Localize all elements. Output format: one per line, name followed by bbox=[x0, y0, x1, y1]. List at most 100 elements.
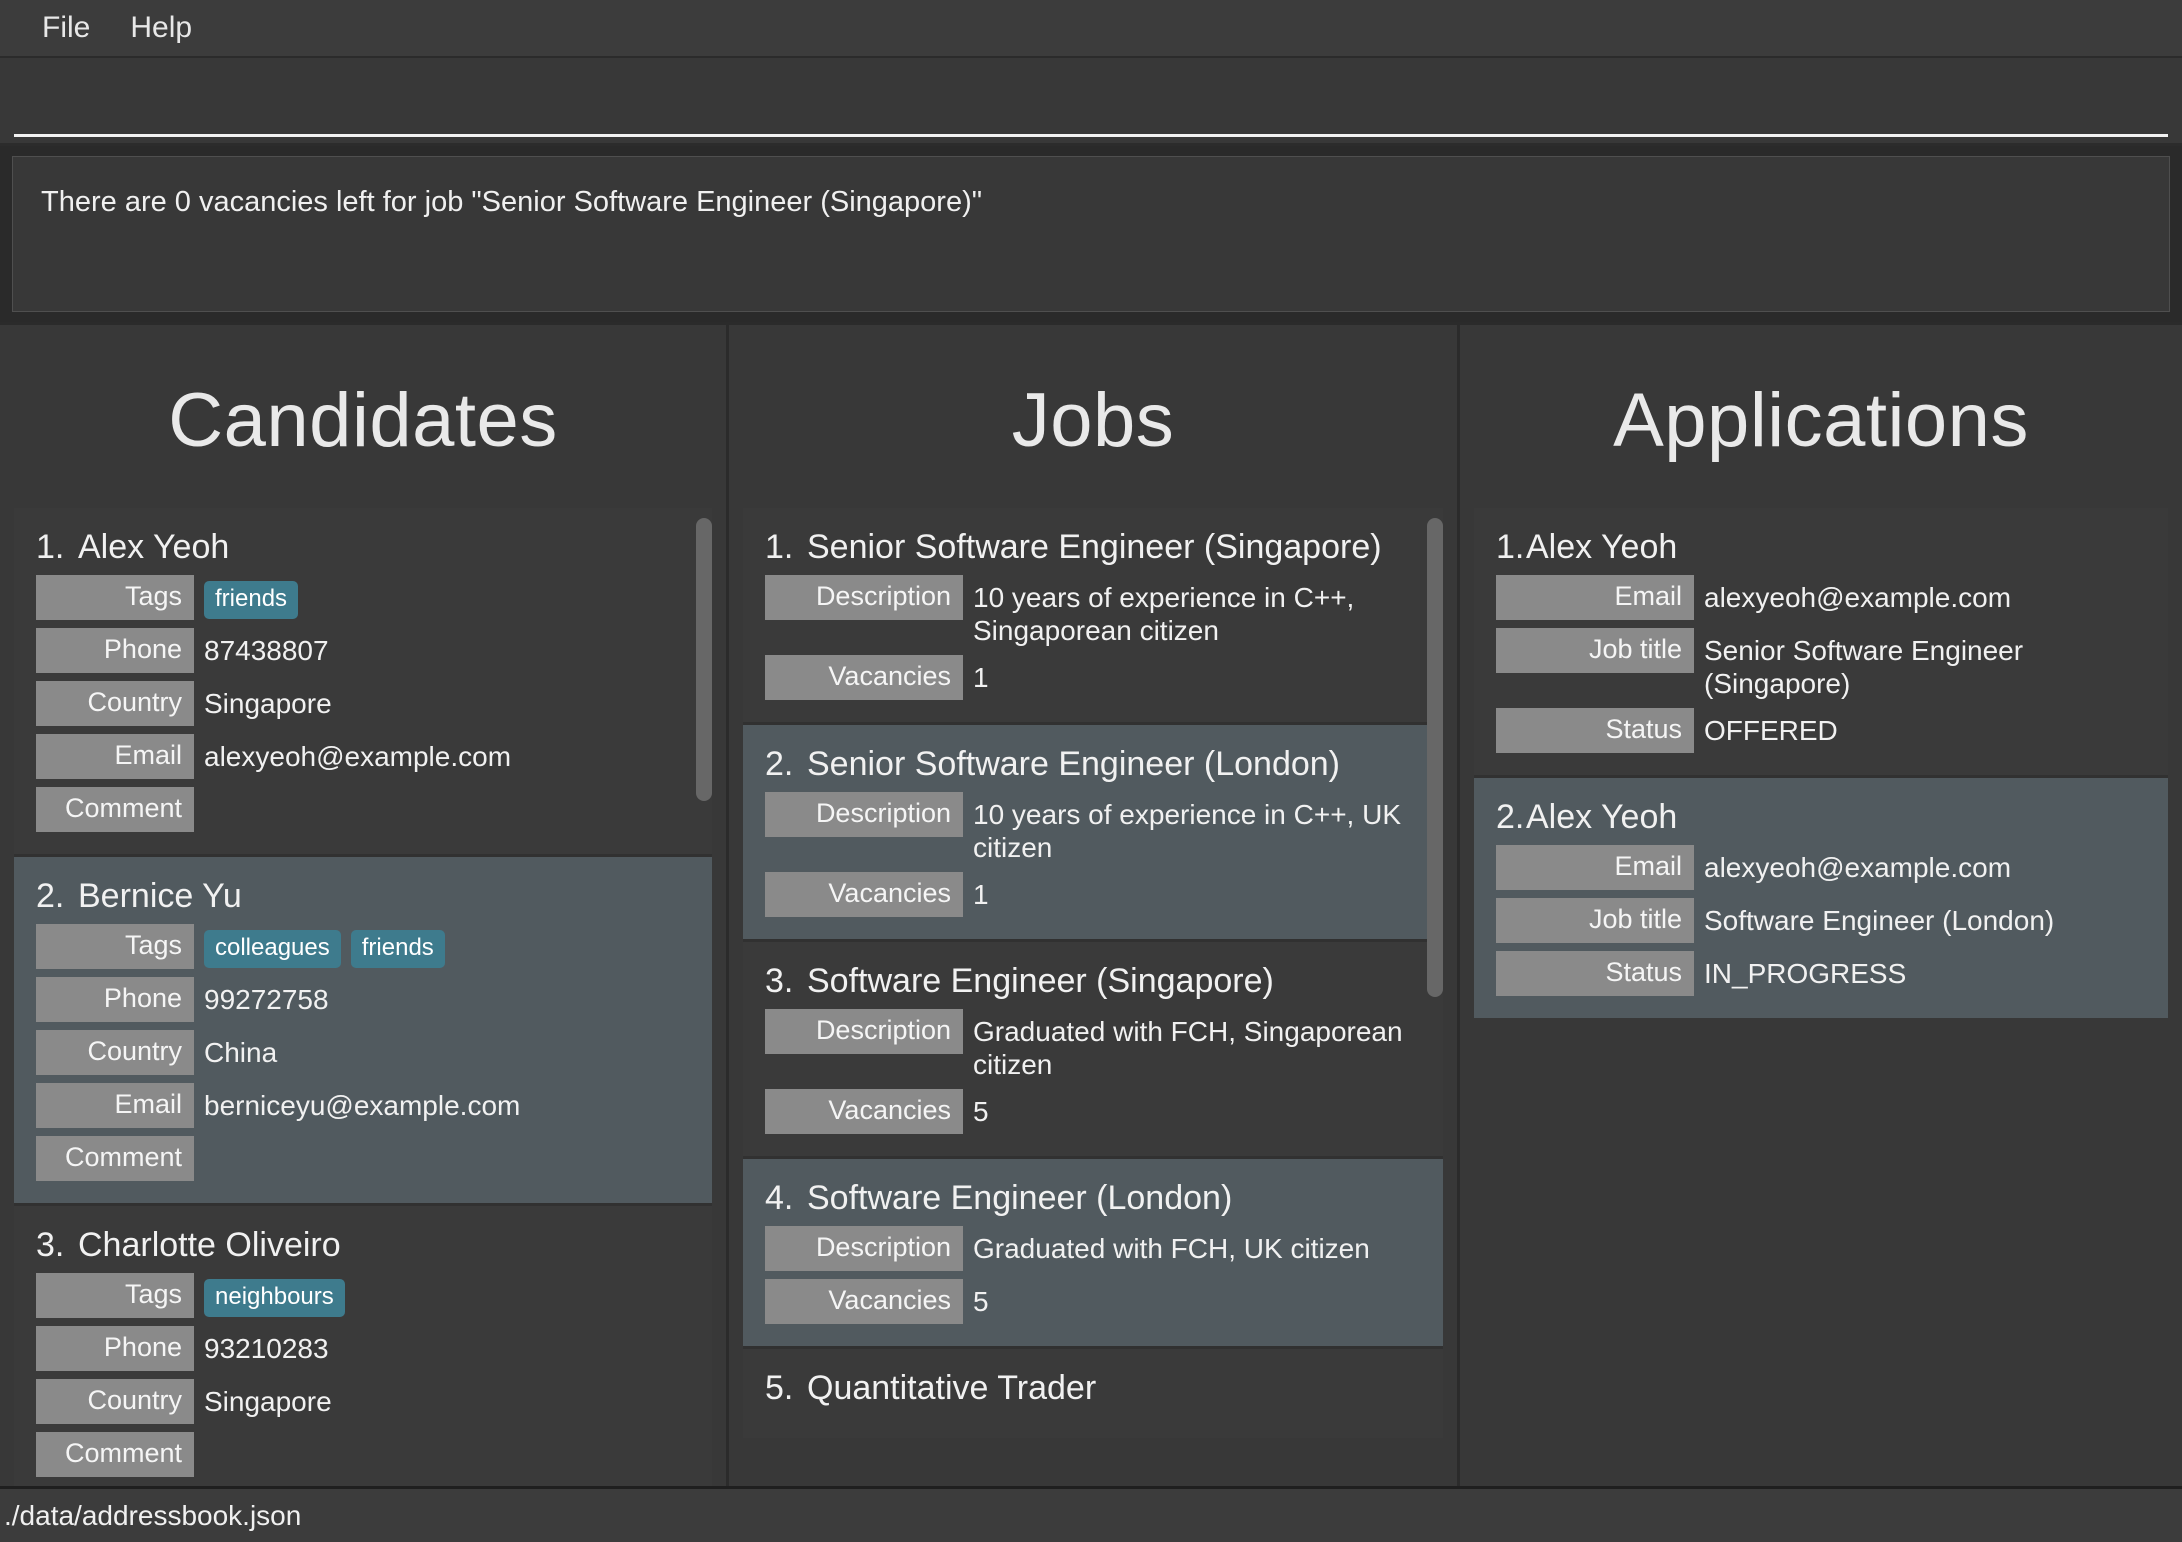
field-label: Tags bbox=[36, 1273, 194, 1318]
candidates-list-view[interactable]: 1. Alex Yeoh Tags friends Phone 87438807 Count… bbox=[0, 508, 726, 1486]
card-header: 1. Alex Yeoh bbox=[36, 528, 690, 567]
candidate-card[interactable]: 2. Bernice Yu Tags colleagues friends Phone 99… bbox=[14, 854, 712, 1203]
tag: neighbours bbox=[204, 1279, 345, 1317]
field-label: Comment bbox=[36, 1136, 194, 1181]
field-value: 99272758 bbox=[204, 984, 329, 1015]
field-value: OFFERED bbox=[1704, 715, 1838, 747]
field-row: Vacancies 5 bbox=[765, 1279, 1421, 1325]
field-row: Email berniceyu@example.com bbox=[36, 1083, 690, 1128]
field-label: Email bbox=[1496, 845, 1694, 891]
field-row: Comment bbox=[36, 1136, 690, 1181]
menu-bar: File Help bbox=[0, 0, 2182, 58]
applications-list-view[interactable]: 1. Alex Yeoh Email alexyeoh@example.com Job … bbox=[1460, 508, 2182, 1486]
status-bar: ./data/addressbook.json bbox=[0, 1486, 2182, 1542]
field-row: Phone 87438807 bbox=[36, 628, 690, 673]
field-row: Vacancies 5 bbox=[765, 1089, 1421, 1135]
field-row: Comment bbox=[36, 1432, 690, 1477]
field-row: Job title Software Engineer (London) bbox=[1496, 898, 2146, 944]
candidate-card[interactable]: 1. Alex Yeoh Tags friends Phone 87438807 Count… bbox=[14, 508, 712, 854]
field-label: Phone bbox=[36, 628, 194, 673]
field-label: Phone bbox=[36, 1326, 194, 1371]
candidate-card[interactable]: 3. Charlotte Oliveiro Tags neighbours Phone 9… bbox=[14, 1203, 712, 1486]
candidates-scroll-thumb[interactable] bbox=[696, 517, 712, 802]
job-card[interactable]: 1. Senior Software Engineer (Singapore) De… bbox=[743, 508, 1443, 723]
card-index: 2. bbox=[36, 877, 65, 915]
field-label: Status bbox=[1496, 951, 1694, 997]
applications-panel: Applications 1. Alex Yeoh Email alexyeoh@ex… bbox=[1457, 325, 2182, 1486]
jobs-list-view[interactable]: 1. Senior Software Engineer (Singapore) De… bbox=[729, 508, 1457, 1486]
field-row: Country Singapore bbox=[36, 681, 690, 726]
card-name: Bernice Yu bbox=[78, 877, 242, 915]
field-label: Description bbox=[765, 575, 963, 620]
field-label: Description bbox=[765, 1009, 963, 1055]
field-value: 87438807 bbox=[204, 635, 329, 666]
card-index: 1. bbox=[36, 528, 65, 566]
card-index: 3. bbox=[765, 962, 794, 1001]
job-card[interactable]: 5. Quantitative Trader bbox=[743, 1346, 1443, 1439]
card-index: 1. bbox=[1496, 528, 1525, 566]
field-value: Software Engineer (London) bbox=[1704, 905, 2055, 937]
field-row: Country Singapore bbox=[36, 1379, 690, 1424]
field-label: Country bbox=[36, 681, 194, 726]
field-value: 1 bbox=[973, 662, 989, 694]
card-name: Alex Yeoh bbox=[1526, 528, 1678, 566]
field-row: Phone 93210283 bbox=[36, 1326, 690, 1371]
tag-holder: friends bbox=[204, 575, 299, 619]
tag-holder: colleagues friends bbox=[204, 924, 445, 968]
field-value: Senior Software Engineer (Singapore) bbox=[1704, 635, 2024, 700]
save-location-status: ./data/addressbook.json bbox=[4, 1499, 302, 1531]
card-index: 4. bbox=[765, 1179, 794, 1218]
card-name: Alex Yeoh bbox=[78, 528, 230, 566]
card-header: 1. Senior Software Engineer (Singapore) bbox=[765, 528, 1421, 567]
card-name: Senior Software Engineer (Singapore) bbox=[807, 528, 1382, 566]
card-name: Software Engineer (London) bbox=[807, 1179, 1233, 1218]
field-value: Singapore bbox=[204, 688, 332, 719]
field-label: Status bbox=[1496, 708, 1694, 754]
field-row: Tags colleagues friends bbox=[36, 924, 690, 969]
field-row: Vacancies 1 bbox=[765, 655, 1421, 701]
field-value: alexyeoh@example.com bbox=[204, 741, 512, 772]
field-label: Email bbox=[36, 734, 194, 779]
field-row: Email alexyeoh@example.com bbox=[36, 734, 690, 779]
card-header: 3. Software Engineer (Singapore) bbox=[765, 962, 1421, 1001]
tag-holder: neighbours bbox=[204, 1273, 345, 1317]
card-index: 2. bbox=[1496, 798, 1525, 837]
field-label: Vacancies bbox=[765, 872, 963, 918]
tag: friends bbox=[204, 581, 299, 619]
card-index: 3. bbox=[36, 1226, 65, 1264]
field-label: Job title bbox=[1496, 628, 1694, 673]
applications-panel-title: Applications bbox=[1613, 378, 2029, 463]
panel-container: Candidates 1. Alex Yeoh Tags friends Phone 87… bbox=[0, 322, 2182, 1486]
job-card[interactable]: 2. Senior Software Engineer (London) Descr… bbox=[743, 722, 1443, 940]
card-header: 4. Software Engineer (London) bbox=[765, 1179, 1421, 1218]
card-header: 1. Alex Yeoh bbox=[1496, 528, 2146, 567]
card-name: Senior Software Engineer (London) bbox=[807, 745, 1340, 784]
application-card[interactable]: 2. Alex Yeoh Email alexyeoh@example.com Job … bbox=[1474, 775, 2168, 1019]
field-value: alexyeoh@example.com bbox=[1704, 852, 2012, 884]
field-label: Vacancies bbox=[765, 1089, 963, 1135]
card-name: Quantitative Trader bbox=[807, 1369, 1097, 1408]
field-label: Vacancies bbox=[765, 1279, 963, 1325]
menu-help[interactable]: Help bbox=[110, 7, 212, 49]
field-row: Status IN_PROGRESS bbox=[1496, 951, 2146, 997]
jobs-panel: Jobs 1. Senior Software Engineer (Singapo… bbox=[726, 325, 1457, 1486]
field-label: Comment bbox=[36, 787, 194, 832]
field-row: Tags neighbours bbox=[36, 1273, 690, 1318]
tag: colleagues bbox=[204, 930, 341, 968]
field-label: Email bbox=[1496, 575, 1694, 620]
application-card[interactable]: 1. Alex Yeoh Email alexyeoh@example.com Job … bbox=[1474, 508, 2168, 776]
job-card[interactable]: 3. Software Engineer (Singapore) Descripti… bbox=[743, 939, 1443, 1157]
menu-file[interactable]: File bbox=[22, 7, 110, 49]
job-card[interactable]: 4. Software Engineer (London) Description G… bbox=[743, 1156, 1443, 1347]
field-value: Singapore bbox=[204, 1386, 332, 1417]
result-display-text: There are 0 vacancies left for job "Seni… bbox=[12, 156, 2170, 312]
field-row: Comment bbox=[36, 787, 690, 832]
jobs-scrollbar[interactable] bbox=[1425, 508, 1445, 1486]
command-input[interactable] bbox=[14, 63, 2168, 137]
field-label: Description bbox=[765, 1226, 963, 1272]
jobs-scroll-thumb[interactable] bbox=[1427, 517, 1443, 997]
field-label: Vacancies bbox=[765, 655, 963, 701]
candidates-scrollbar[interactable] bbox=[694, 508, 714, 1486]
candidates-panel: Candidates 1. Alex Yeoh Tags friends Phone 87… bbox=[0, 325, 726, 1486]
field-row: Email alexyeoh@example.com bbox=[1496, 575, 2146, 620]
